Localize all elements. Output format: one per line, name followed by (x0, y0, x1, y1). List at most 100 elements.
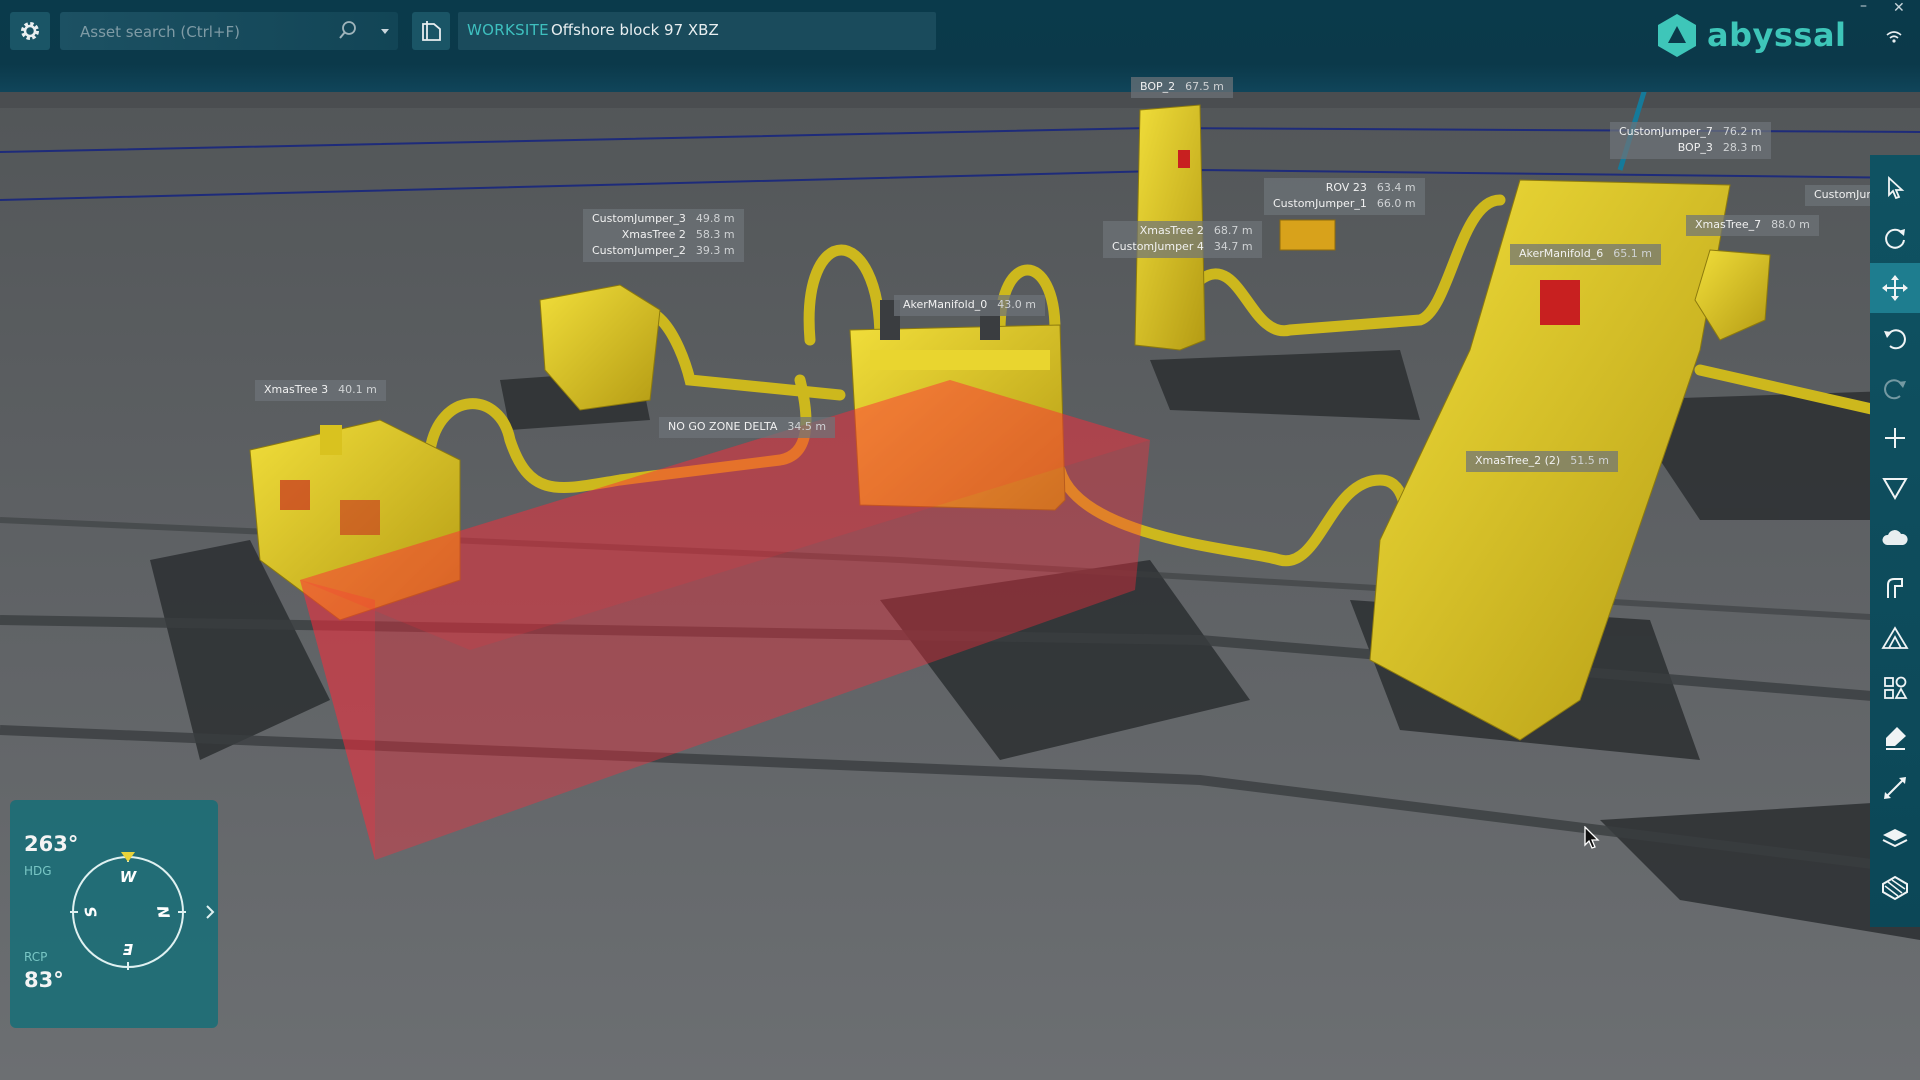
asset-distance: 68.7 m (1213, 224, 1253, 237)
asset-label-xmastree-2-2[interactable]: XmasTree_2 (2) 51.5 m (1466, 451, 1618, 472)
compass-dir-e: E (122, 940, 133, 958)
measure-icon (1884, 777, 1906, 799)
top-bar: WORKSITE Offshore block 97 XBZ abyssal –… (0, 0, 1920, 92)
filter-button[interactable] (1870, 463, 1920, 513)
worksite-value: Offshore block 97 XBZ (551, 21, 719, 39)
asset-label-akermanifold-6[interactable]: AkerManifold_6 65.1 m (1510, 244, 1661, 265)
asset-label-customjumper-7[interactable]: CustomJumper_7 76.2 m BOP_3 28.3 m (1610, 122, 1771, 159)
compass-dir-w: W (120, 868, 138, 886)
asset-label-akermanifold-0[interactable]: AkerManifold_0 43.0 m (894, 295, 1045, 316)
asset-label-xmastree-7[interactable]: XmasTree_7 88.0 m (1686, 215, 1819, 236)
chevron-right-icon[interactable] (204, 904, 216, 920)
asset-name: BOP_3 (1677, 141, 1713, 154)
heading-label: HDG (24, 864, 52, 878)
asset-name: ROV 23 (1325, 181, 1367, 194)
asset-distance: 88.0 m (1771, 218, 1810, 231)
asset-name: XmasTree_2 (2) (1475, 454, 1561, 467)
terrain-tool-button[interactable] (1870, 613, 1920, 663)
layers-hatched-icon (1882, 875, 1908, 901)
cloud-icon (1882, 530, 1908, 545)
asset-distance: 51.5 m (1570, 454, 1609, 467)
worksite-selector[interactable]: WORKSITE Offshore block 97 XBZ (458, 12, 936, 50)
rov-23-model[interactable] (1279, 219, 1336, 251)
move-icon (1882, 275, 1908, 301)
search-icon[interactable] (337, 19, 359, 41)
asset-name: AkerManifold_0 (903, 298, 988, 311)
minimize-button[interactable]: – (1860, 0, 1867, 14)
asset-name: XmasTree 2 (621, 228, 686, 241)
erase-tool-button[interactable] (1870, 713, 1920, 763)
asset-name: CustomJumper_7 (1619, 125, 1713, 138)
add-asset-button[interactable] (1870, 413, 1920, 463)
route-tool-button[interactable] (1870, 563, 1920, 613)
shapes-icon (1884, 676, 1908, 699)
settings-button[interactable] (10, 12, 50, 50)
asset-name: CustomJumper 4 (1112, 240, 1204, 253)
rotate-view-icon (1885, 228, 1905, 249)
gear-icon (21, 22, 39, 40)
redo-icon (1884, 379, 1906, 400)
asset-name: XmasTree_7 (1695, 218, 1762, 231)
asset-name: CustomJumper_1 (1273, 197, 1367, 210)
asset-name: BOP_2 (1140, 80, 1176, 93)
select-tool-button[interactable] (1870, 163, 1920, 213)
path-icon (1887, 578, 1903, 598)
orbit-tool-button[interactable] (1870, 213, 1920, 263)
compass-dial[interactable]: W N E S (68, 852, 188, 972)
asset-name: XmasTree 2 (1139, 224, 1204, 237)
chevron-down-icon (381, 29, 389, 34)
asset-name: CustomJumper_2 (592, 244, 686, 257)
measure-tool-button[interactable] (1870, 763, 1920, 813)
asset-name: AkerManifold_6 (1519, 247, 1604, 260)
abyssal-logo-text: abyssal (1707, 16, 1847, 54)
asset-search-input[interactable] (78, 20, 342, 44)
shapes-tool-button[interactable] (1870, 663, 1920, 713)
asset-distance: 39.3 m (695, 244, 735, 257)
redo-button[interactable] (1870, 363, 1920, 413)
asset-distance: 58.3 m (695, 228, 735, 241)
terrain-icon (1881, 626, 1909, 649)
compass-dir-n: N (153, 904, 173, 920)
asset-distance: 34.7 m (1213, 240, 1253, 253)
move-tool-button[interactable] (1870, 263, 1920, 313)
3d-viewport[interactable] (0, 0, 1920, 1080)
rcp-label: RCP (24, 950, 48, 964)
abyssal-logo: abyssal (1655, 12, 1847, 58)
compass-dir-s: S (81, 905, 101, 919)
asset-label-bop-2[interactable]: BOP_2 67.5 m (1131, 77, 1233, 98)
point-cloud-button[interactable] (1870, 513, 1920, 563)
worksite-label: WORKSITE (467, 21, 549, 39)
asset-name: CustomJumper_3 (592, 212, 686, 225)
close-button[interactable]: ✕ (1893, 0, 1905, 16)
asset-label-xmastree-3[interactable]: XmasTree 3 40.1 m (255, 380, 386, 401)
asset-name: CustomJum (1814, 188, 1878, 201)
search-dropdown-button[interactable] (372, 12, 398, 50)
asset-distance: 28.3 m (1722, 141, 1762, 154)
asset-distance: 67.5 m (1185, 80, 1224, 93)
rcp-value: 83° (24, 968, 64, 992)
asset-distance: 34.5 m (787, 420, 827, 433)
undo-icon (1884, 329, 1906, 350)
asset-label-no-go-zone-delta[interactable]: NO GO ZONE DELTA 34.5 m (659, 417, 836, 438)
worksite-icon (422, 21, 441, 41)
undo-button[interactable] (1870, 313, 1920, 363)
worksite-toggle-button[interactable] (412, 12, 450, 50)
tools-toolbar (1870, 155, 1920, 927)
mouse-cursor-icon (1584, 826, 1600, 849)
asset-distance: 40.1 m (338, 383, 377, 396)
asset-label-customjumper-3[interactable]: CustomJumper_3 49.8 m XmasTree 2 58.3 m Cu… (583, 209, 744, 262)
layers-hatched-button[interactable] (1870, 863, 1920, 913)
eraser-icon (1886, 727, 1906, 750)
compass-widget: 263° HDG RCP 83° W N E S (10, 800, 218, 1028)
layers-button[interactable] (1870, 813, 1920, 863)
funnel-icon (1882, 478, 1908, 500)
asset-distance: 49.8 m (695, 212, 735, 225)
asset-label-xmastree-2[interactable]: XmasTree 2 68.7 m CustomJumper 4 34.7 m (1103, 221, 1262, 258)
asset-distance: 76.2 m (1722, 125, 1762, 138)
asset-label-rov-23[interactable]: ROV 23 63.4 m CustomJumper_1 66.0 m (1264, 178, 1425, 215)
asset-distance: 63.4 m (1376, 181, 1416, 194)
select-arrow-icon (1888, 175, 1905, 200)
abyssal-logo-icon (1658, 14, 1696, 57)
layers-icon (1882, 829, 1908, 848)
wifi-icon (1886, 31, 1902, 43)
